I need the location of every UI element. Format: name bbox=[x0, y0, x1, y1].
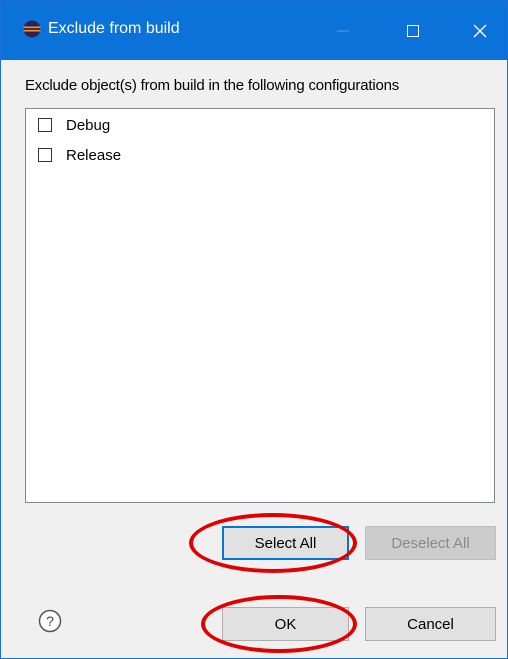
svg-text:?: ? bbox=[46, 613, 54, 629]
config-item-debug[interactable]: Debug bbox=[38, 114, 110, 136]
minimize-button[interactable] bbox=[320, 1, 366, 60]
debug-checkbox[interactable] bbox=[38, 118, 52, 132]
configuration-list[interactable]: Debug Release bbox=[25, 108, 495, 503]
eclipse-app-icon bbox=[23, 20, 41, 38]
config-label: Debug bbox=[66, 116, 111, 134]
close-icon bbox=[473, 24, 487, 37]
ok-button[interactable]: OK bbox=[222, 607, 349, 641]
close-button[interactable] bbox=[457, 1, 503, 60]
exclude-from-build-dialog: Exclude from build Exclude object(s) fro… bbox=[0, 0, 508, 659]
maximize-icon bbox=[407, 24, 419, 37]
window-title: Exclude from build bbox=[48, 20, 180, 37]
release-checkbox[interactable] bbox=[38, 148, 52, 162]
instruction-label: Exclude object(s) from build in the foll… bbox=[25, 77, 400, 94]
title-bar[interactable]: Exclude from build bbox=[1, 1, 507, 60]
help-icon[interactable]: ? bbox=[38, 609, 62, 633]
minimize-icon bbox=[337, 30, 349, 31]
config-label: Release bbox=[66, 146, 122, 164]
select-all-button[interactable]: Select All bbox=[222, 526, 349, 560]
deselect-all-button: Deselect All bbox=[365, 526, 496, 560]
cancel-button[interactable]: Cancel bbox=[365, 607, 496, 641]
maximize-button[interactable] bbox=[390, 1, 436, 60]
config-item-release[interactable]: Release bbox=[38, 144, 121, 166]
